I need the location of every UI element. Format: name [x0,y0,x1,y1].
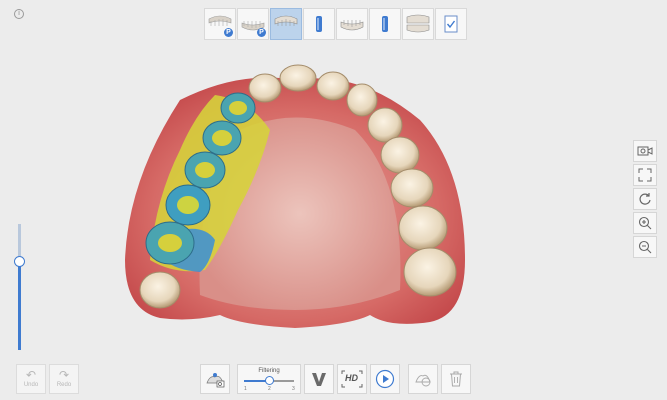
left-slider-thumb[interactable] [14,256,25,267]
scan-area-button[interactable] [200,364,230,394]
trash-icon [450,371,462,387]
scanbody-icon [382,16,388,32]
dental-scan-view[interactable] [120,60,470,332]
scanbody-icon [316,16,322,32]
undo-label: Undo [23,382,39,388]
redo-icon: ↷ [58,368,70,382]
undo-icon: ↶ [25,368,37,382]
undo-button[interactable]: ↶ Undo [16,364,46,394]
occlusion-icon [406,14,430,33]
hd-label: HD [345,373,358,383]
info-icon[interactable]: i [14,9,24,19]
filtering-tick: 3 [292,386,295,392]
stage-lower-jaw-prep[interactable]: P [237,8,269,40]
camera-icon[interactable] [633,140,657,162]
stage-lower-jaw[interactable] [336,8,368,40]
stage-upper-jaw[interactable] [270,8,302,40]
prep-badge: P [257,28,266,37]
zoom-out-icon[interactable] [633,236,657,258]
delete-button[interactable] [441,364,471,394]
rotate-icon[interactable] [633,188,657,210]
stage-review-complete[interactable] [435,8,467,40]
redo-label: Redo [56,382,72,388]
stage-upper-scanbody[interactable] [303,8,335,40]
zoom-in-icon[interactable] [633,212,657,234]
stage-occlusion[interactable] [402,8,434,40]
filtering-tick: 2 [268,386,271,392]
left-slider-fill [18,262,21,350]
lock-area-button[interactable] [408,364,438,394]
scan-area-icon [206,373,225,388]
upper-jaw-icon [274,15,298,26]
scan-stage-toolbar: P P [204,8,467,40]
stage-upper-jaw-prep[interactable]: P [204,8,236,40]
filtering-label: Filtering [258,368,280,374]
arch-icon [312,373,326,386]
play-button[interactable] [370,364,400,394]
hd-button[interactable]: HD [337,364,367,394]
stage-lower-scanbody[interactable] [369,8,401,40]
play-icon [375,369,395,389]
arch-button[interactable] [304,364,334,394]
filtering-tick: 1 [244,386,247,392]
filtering-thumb[interactable] [264,376,274,385]
checklist-icon [444,15,458,33]
redo-button[interactable]: ↷ Redo [49,364,79,394]
prep-badge: P [224,28,233,37]
lower-jaw-icon [340,20,364,31]
view-tools [633,140,657,258]
lock-area-icon [415,374,431,387]
fit-screen-icon[interactable] [633,164,657,186]
filtering-control[interactable]: Filtering 1 2 3 [237,364,301,394]
